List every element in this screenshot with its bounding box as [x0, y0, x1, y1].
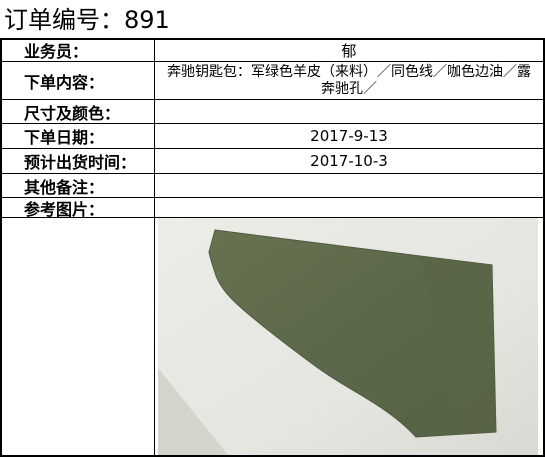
reference-photo [158, 218, 538, 455]
value-size-color [155, 100, 543, 123]
label-remarks: 其他备注： [24, 177, 105, 197]
value-order-content: 奔驰钥匙包：军绿色羊皮（来料）／同色线／咖色边油／露奔驰孔／ [167, 63, 531, 97]
label-size-color: 尺寸及颜色： [24, 103, 121, 123]
label-ship-date: 预计出货时间： [24, 153, 137, 172]
label-order-date: 下单日期： [24, 128, 105, 147]
value-remarks [155, 174, 543, 197]
value-ship-date: 2017-10-3 [310, 152, 388, 170]
value-order-date: 2017-9-13 [310, 127, 388, 145]
label-reference-image: 参考图片： [24, 200, 105, 219]
label-order-content: 下单内容： [24, 72, 105, 92]
label-salesperson: 业务员： [24, 42, 89, 61]
order-number-title: 订单编号：891 [4, 6, 170, 34]
value-salesperson: 郁 [341, 41, 357, 60]
